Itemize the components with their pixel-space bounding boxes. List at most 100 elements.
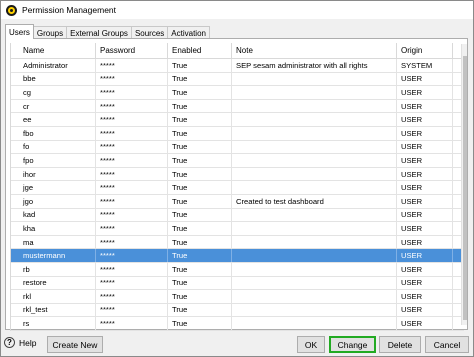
- cell-note: [232, 290, 397, 303]
- create-new-button[interactable]: Create New: [47, 336, 103, 353]
- help-icon: ?: [4, 337, 15, 348]
- cell-enabled: True: [168, 276, 232, 290]
- cell-enabled: True: [168, 235, 232, 249]
- ok-button[interactable]: OK: [297, 336, 325, 353]
- table-row[interactable]: rkl_test ***** True USER: [11, 303, 464, 318]
- cell-note: [232, 276, 397, 290]
- cell-origin: USER: [397, 140, 453, 154]
- table-row[interactable]: mustermann ***** True USER: [11, 249, 464, 263]
- cell-name: kad: [11, 208, 96, 222]
- cell-note: [232, 208, 397, 222]
- cell-note: [232, 140, 397, 154]
- cell-password: *****: [96, 59, 168, 72]
- cell-enabled: True: [168, 154, 232, 167]
- cell-password: *****: [96, 276, 168, 290]
- cell-password: *****: [96, 167, 168, 181]
- cell-origin: USER: [397, 317, 453, 330]
- column-header-origin[interactable]: Origin: [397, 43, 453, 58]
- cell-password: *****: [96, 235, 168, 249]
- table-row[interactable]: Administrator ***** True SEP sesam administ…: [11, 59, 464, 73]
- cell-origin: USER: [397, 99, 453, 113]
- cell-password: *****: [96, 72, 168, 86]
- vertical-scrollbar[interactable]: [461, 44, 467, 325]
- delete-button[interactable]: Delete: [379, 336, 421, 353]
- table-row[interactable]: rb ***** True USER: [11, 262, 464, 277]
- cell-enabled: True: [168, 126, 232, 140]
- cell-name: mustermann: [11, 249, 96, 262]
- cell-note: [232, 235, 397, 249]
- cell-origin: USER: [397, 249, 453, 262]
- table-row[interactable]: rkl ***** True USER: [11, 290, 464, 304]
- scrollbar-thumb[interactable]: [463, 56, 467, 320]
- table-row[interactable]: fbo ***** True USER: [11, 126, 464, 141]
- cell-note: [232, 249, 397, 262]
- cell-origin: USER: [397, 154, 453, 167]
- table-body: Administrator ***** True SEP sesam administ…: [11, 59, 464, 331]
- cell-enabled: True: [168, 262, 232, 276]
- cell-enabled: True: [168, 222, 232, 235]
- cell-origin: USER: [397, 86, 453, 99]
- change-button[interactable]: Change: [329, 336, 376, 353]
- cell-password: *****: [96, 194, 168, 208]
- cell-note: [232, 154, 397, 167]
- table-row[interactable]: ee ***** True USER: [11, 113, 464, 127]
- table-row[interactable]: kad ***** True USER: [11, 208, 464, 223]
- help-label: Help: [19, 337, 37, 348]
- cell-enabled: True: [168, 303, 232, 317]
- table-row[interactable]: jge ***** True USER: [11, 181, 464, 195]
- cell-password: *****: [96, 208, 168, 222]
- cell-note: [232, 303, 397, 317]
- cell-note: Created to test dashboard: [232, 194, 397, 208]
- help-button[interactable]: ? Help: [4, 337, 36, 348]
- cell-note: [232, 222, 397, 235]
- cell-name: bbe: [11, 72, 96, 86]
- cell-origin: USER: [397, 222, 453, 235]
- cell-name: rkl: [11, 290, 96, 303]
- cell-origin: USER: [397, 235, 453, 249]
- cell-enabled: True: [168, 72, 232, 86]
- column-header-name[interactable]: Name: [11, 43, 96, 58]
- cell-password: *****: [96, 154, 168, 167]
- cell-password: *****: [96, 317, 168, 330]
- table-row[interactable]: cr ***** True USER: [11, 99, 464, 114]
- cell-name: fo: [11, 140, 96, 154]
- cell-enabled: True: [168, 181, 232, 194]
- cell-origin: USER: [397, 303, 453, 317]
- table-row[interactable]: restore ***** True USER: [11, 276, 464, 291]
- users-table[interactable]: Name Password Enabled Note Origin Admini…: [10, 43, 464, 331]
- table-row[interactable]: fpo ***** True USER: [11, 154, 464, 168]
- window-title: Permission Management: [22, 5, 117, 15]
- cell-origin: USER: [397, 208, 453, 222]
- button-bar: ? Help Create New OK Change Delete Cance…: [1, 334, 473, 356]
- cell-password: *****: [96, 249, 168, 262]
- sesam-app-icon: [6, 4, 17, 16]
- cell-note: [232, 317, 397, 330]
- cell-note: [232, 262, 397, 276]
- cell-name: Administrator: [11, 59, 96, 72]
- table-row[interactable]: fo ***** True USER: [11, 140, 464, 155]
- table-header: Name Password Enabled Note Origin: [11, 43, 464, 59]
- cell-note: [232, 113, 397, 126]
- cell-name: cr: [11, 99, 96, 113]
- table-row[interactable]: jgo ***** True Created to test dashboard USE…: [11, 194, 464, 209]
- title-bar[interactable]: Permission Management: [1, 1, 473, 19]
- column-header-enabled[interactable]: Enabled: [168, 43, 232, 58]
- table-row[interactable]: ma ***** True USER: [11, 235, 464, 250]
- cell-name: kha: [11, 222, 96, 235]
- tab-bar: Users Groups External Groups Sources Act…: [5, 24, 210, 39]
- cell-enabled: True: [168, 59, 232, 72]
- cancel-button[interactable]: Cancel: [425, 336, 469, 353]
- cell-name: ee: [11, 113, 96, 126]
- table-row[interactable]: cg ***** True USER: [11, 86, 464, 100]
- cell-password: *****: [96, 181, 168, 194]
- cell-name: fpo: [11, 154, 96, 167]
- tab-users[interactable]: Users: [5, 24, 34, 39]
- table-row[interactable]: bbe ***** True USER: [11, 72, 464, 87]
- cell-enabled: True: [168, 317, 232, 330]
- table-row[interactable]: rs ***** True USER: [11, 317, 464, 331]
- cell-enabled: True: [168, 249, 232, 262]
- column-header-password[interactable]: Password: [96, 43, 168, 58]
- column-header-note[interactable]: Note: [232, 43, 397, 58]
- table-row[interactable]: kha ***** True USER: [11, 222, 464, 236]
- table-row[interactable]: ihor ***** True USER: [11, 167, 464, 182]
